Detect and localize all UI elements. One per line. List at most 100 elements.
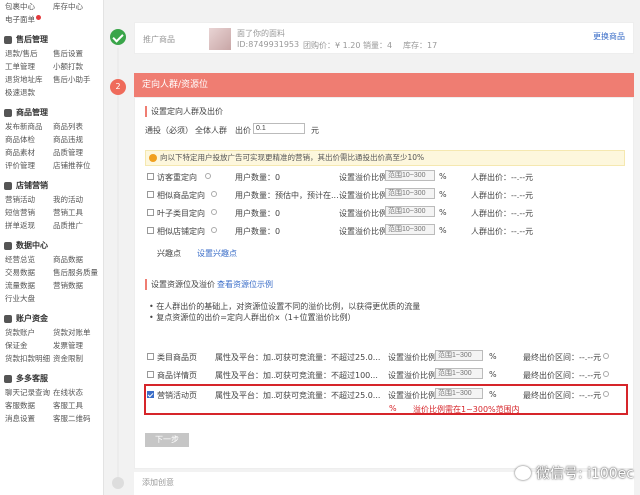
- sidebar-item[interactable]: 行业大盘: [5, 292, 53, 305]
- checkbox[interactable]: [147, 371, 154, 378]
- premium-input[interactable]: [385, 206, 435, 217]
- section-title: 设置资源位及溢价: [145, 279, 215, 290]
- sidebar-item[interactable]: 客服数据: [5, 399, 53, 412]
- resource-example-link[interactable]: 查看资源位示例: [217, 279, 273, 290]
- sidebar-item[interactable]: 品质管理: [53, 146, 101, 159]
- sidebar-item[interactable]: 短信营销: [5, 206, 53, 219]
- wallet-icon: [4, 314, 12, 323]
- sidebar-item[interactable]: 营销工具: [53, 206, 101, 219]
- bid-input[interactable]: [253, 123, 305, 134]
- step-title: 定向人群/资源位: [142, 80, 209, 90]
- section-title[interactable]: 商品管理: [16, 107, 48, 118]
- sidebar-item[interactable]: 客服二维码: [53, 412, 101, 425]
- sidebar-item[interactable]: 货款对账单: [53, 326, 101, 339]
- sidebar-item[interactable]: 聊天记录查询: [5, 386, 53, 399]
- sidebar-item[interactable]: 我的活动: [53, 193, 101, 206]
- sidebar-item[interactable]: 售后小助手: [53, 73, 101, 86]
- sidebar-item[interactable]: 工单管理: [5, 60, 53, 73]
- after-sales-icon: [4, 35, 12, 44]
- step-header: 定向人群/资源位: [134, 73, 634, 97]
- section-title[interactable]: 账户资金: [16, 313, 48, 324]
- sidebar-item[interactable]: 营销活动: [5, 193, 53, 206]
- sidebar-item[interactable]: 品质推广: [53, 219, 101, 232]
- sidebar-item[interactable]: 流量数据: [5, 279, 53, 292]
- step-number-icon: 2: [110, 79, 126, 95]
- set-interest-link[interactable]: 设置兴趣点: [197, 248, 237, 259]
- checkbox[interactable]: [147, 209, 154, 216]
- sidebar-item[interactable]: 商品违规: [53, 133, 101, 146]
- sidebar-item[interactable]: 经营总览: [5, 253, 53, 266]
- sidebar-item[interactable]: 发布新商品: [5, 120, 53, 133]
- product-price: 团购价：¥ 1.20: [303, 41, 361, 50]
- sidebar-section-service: 多多客服 聊天记录查询 在线状态 客服数据 客服工具 消息设置 客服二维码: [0, 371, 103, 425]
- checkbox[interactable]: [147, 173, 154, 180]
- section-title[interactable]: 店铺营销: [16, 180, 48, 191]
- sidebar-item[interactable]: 客服工具: [53, 399, 101, 412]
- product-title: 面了你的面料: [237, 29, 285, 38]
- warning-icon: [149, 154, 157, 162]
- next-button[interactable]: 下一步: [145, 433, 189, 447]
- bullet-text: • 复点资源位的出价=定向人群出价x（1+位置溢价比例）: [149, 313, 356, 322]
- bid-label: 通投（必须）: [145, 126, 193, 135]
- product-thumbnail: [209, 28, 231, 50]
- sidebar-item[interactable]: 保证金: [5, 339, 53, 352]
- sidebar-item[interactable]: 营销数据: [53, 279, 101, 292]
- sidebar-item[interactable]: 售后设置: [53, 47, 101, 60]
- promoted-product-card: 推广商品 面了你的面料 ID:8749931953 团购价：¥ 1.20 销量：…: [134, 22, 634, 54]
- sidebar-item[interactable]: 商品数据: [53, 253, 101, 266]
- help-icon[interactable]: [211, 209, 217, 215]
- wechat-icon: [514, 466, 531, 480]
- bid-unit: 元: [311, 126, 319, 135]
- sidebar-item[interactable]: 电子面单: [5, 13, 53, 26]
- sidebar-item[interactable]: 售后服务质量: [53, 266, 101, 279]
- sidebar-item[interactable]: 在线状态: [53, 386, 101, 399]
- sidebar-item[interactable]: 消息设置: [5, 412, 53, 425]
- sidebar-item[interactable]: 拼单返现: [5, 219, 53, 232]
- watermark: 微信号: i100ec: [514, 463, 634, 483]
- sidebar-section-data: 数据中心 经营总览 商品数据 交易数据 售后服务质量 流量数据 营销数据 行业大盘: [0, 238, 103, 305]
- sidebar-item[interactable]: 货款账户: [5, 326, 53, 339]
- targeting-panel: 设置定向人群及出价 通投（必须） 全体人群 出价 元 向以下特定用户投放广告可实…: [134, 97, 634, 469]
- sidebar-item[interactable]: 包裹中心: [5, 0, 53, 13]
- step-connector: [117, 48, 119, 478]
- premium-input[interactable]: [385, 170, 435, 181]
- checkbox[interactable]: [147, 227, 154, 234]
- checkbox[interactable]: [147, 191, 154, 198]
- section-title[interactable]: 多多客服: [16, 373, 48, 384]
- sidebar-item[interactable]: 库存中心: [53, 0, 101, 13]
- sidebar-item[interactable]: 极速退款: [5, 86, 53, 99]
- product-icon: [4, 108, 12, 117]
- help-icon[interactable]: [211, 227, 217, 233]
- bid-word: 出价: [235, 126, 251, 135]
- help-icon[interactable]: [211, 191, 217, 197]
- help-icon[interactable]: [205, 173, 211, 179]
- sidebar-item[interactable]: 货款扣款明细: [5, 352, 53, 365]
- section-title[interactable]: 数据中心: [16, 240, 48, 251]
- sidebar-item[interactable]: 退货地址库: [5, 73, 53, 86]
- checkbox[interactable]: [147, 353, 154, 360]
- section-title[interactable]: 售后管理: [16, 34, 48, 45]
- sidebar-item[interactable]: 资金限制: [53, 352, 101, 365]
- sidebar-section-marketing: 店铺营销 营销活动 我的活动 短信营销 营销工具 拼单返现 品质推广: [0, 178, 103, 232]
- product-stock: 库存：17: [403, 41, 438, 50]
- sidebar-item[interactable]: 退款/售后: [5, 47, 53, 60]
- sidebar-item[interactable]: 店铺推荐位: [53, 159, 101, 172]
- premium-input[interactable]: [385, 188, 435, 199]
- premium-input[interactable]: [435, 350, 483, 361]
- highlight-box: [144, 384, 628, 415]
- premium-input[interactable]: [435, 368, 483, 379]
- section-title: 设置定向人群及出价: [145, 106, 223, 117]
- change-product-link[interactable]: 更换商品: [593, 31, 625, 42]
- sidebar-item[interactable]: 小额打款: [53, 60, 101, 73]
- sidebar-item[interactable]: 发票管理: [53, 339, 101, 352]
- help-icon[interactable]: [603, 353, 609, 359]
- sidebar: 包裹中心 库存中心 电子面单 售后管理 退款/售后 售后设置 工单管理 小额打款 退…: [0, 0, 104, 495]
- sidebar-item[interactable]: 商品列表: [53, 120, 101, 133]
- product-label: 推广商品: [143, 35, 175, 44]
- premium-input[interactable]: [385, 224, 435, 235]
- sidebar-item[interactable]: 交易数据: [5, 266, 53, 279]
- help-icon[interactable]: [603, 371, 609, 377]
- sidebar-item[interactable]: 评价管理: [5, 159, 53, 172]
- sidebar-item[interactable]: 商品体检: [5, 133, 53, 146]
- sidebar-item[interactable]: 商品素材: [5, 146, 53, 159]
